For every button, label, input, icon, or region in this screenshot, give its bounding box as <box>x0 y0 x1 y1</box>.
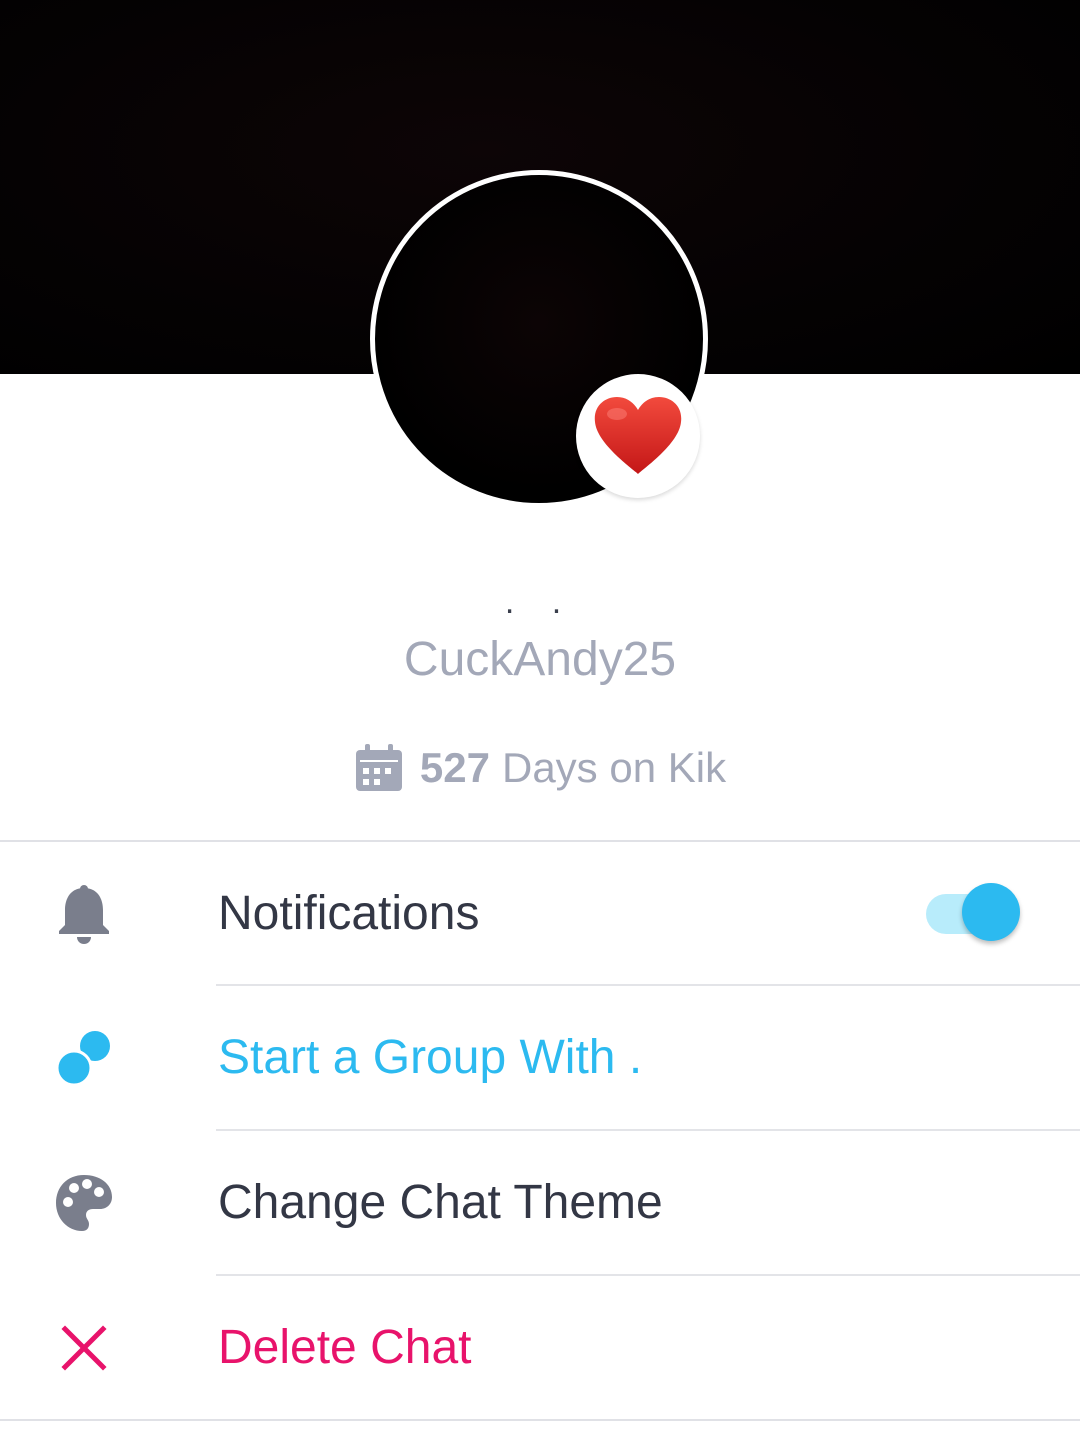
status-dots: . . <box>504 583 576 621</box>
username: CuckAndy25 <box>403 633 677 686</box>
change-theme-label: Change Chat Theme <box>218 1176 663 1229</box>
bottom-divider <box>0 1419 1080 1421</box>
calendar-icon <box>355 744 402 791</box>
notifications-row[interactable]: Notifications <box>0 842 1080 986</box>
group-icon <box>55 1031 110 1087</box>
start-group-label: Start a Group With . <box>218 1031 643 1084</box>
heart-icon <box>594 397 682 474</box>
close-icon <box>61 1325 107 1371</box>
heart-badge <box>576 374 700 498</box>
toggle-thumb <box>962 883 1020 941</box>
notifications-label: Notifications <box>218 887 480 940</box>
delete-chat-label: Delete Chat <box>218 1321 472 1374</box>
palette-icon <box>56 1175 112 1231</box>
days-label: Days on Kik <box>501 744 727 791</box>
days-on-kik: 527 Days on Kik <box>0 738 1080 798</box>
avatar-container <box>370 170 710 510</box>
notifications-toggle[interactable] <box>924 882 1024 946</box>
delete-chat-row[interactable]: Delete Chat <box>0 1276 1080 1420</box>
change-theme-row[interactable]: Change Chat Theme <box>0 1131 1080 1275</box>
days-count: 527 <box>419 744 490 791</box>
bell-icon <box>59 885 109 944</box>
start-group-row[interactable]: Start a Group With . <box>0 986 1080 1130</box>
